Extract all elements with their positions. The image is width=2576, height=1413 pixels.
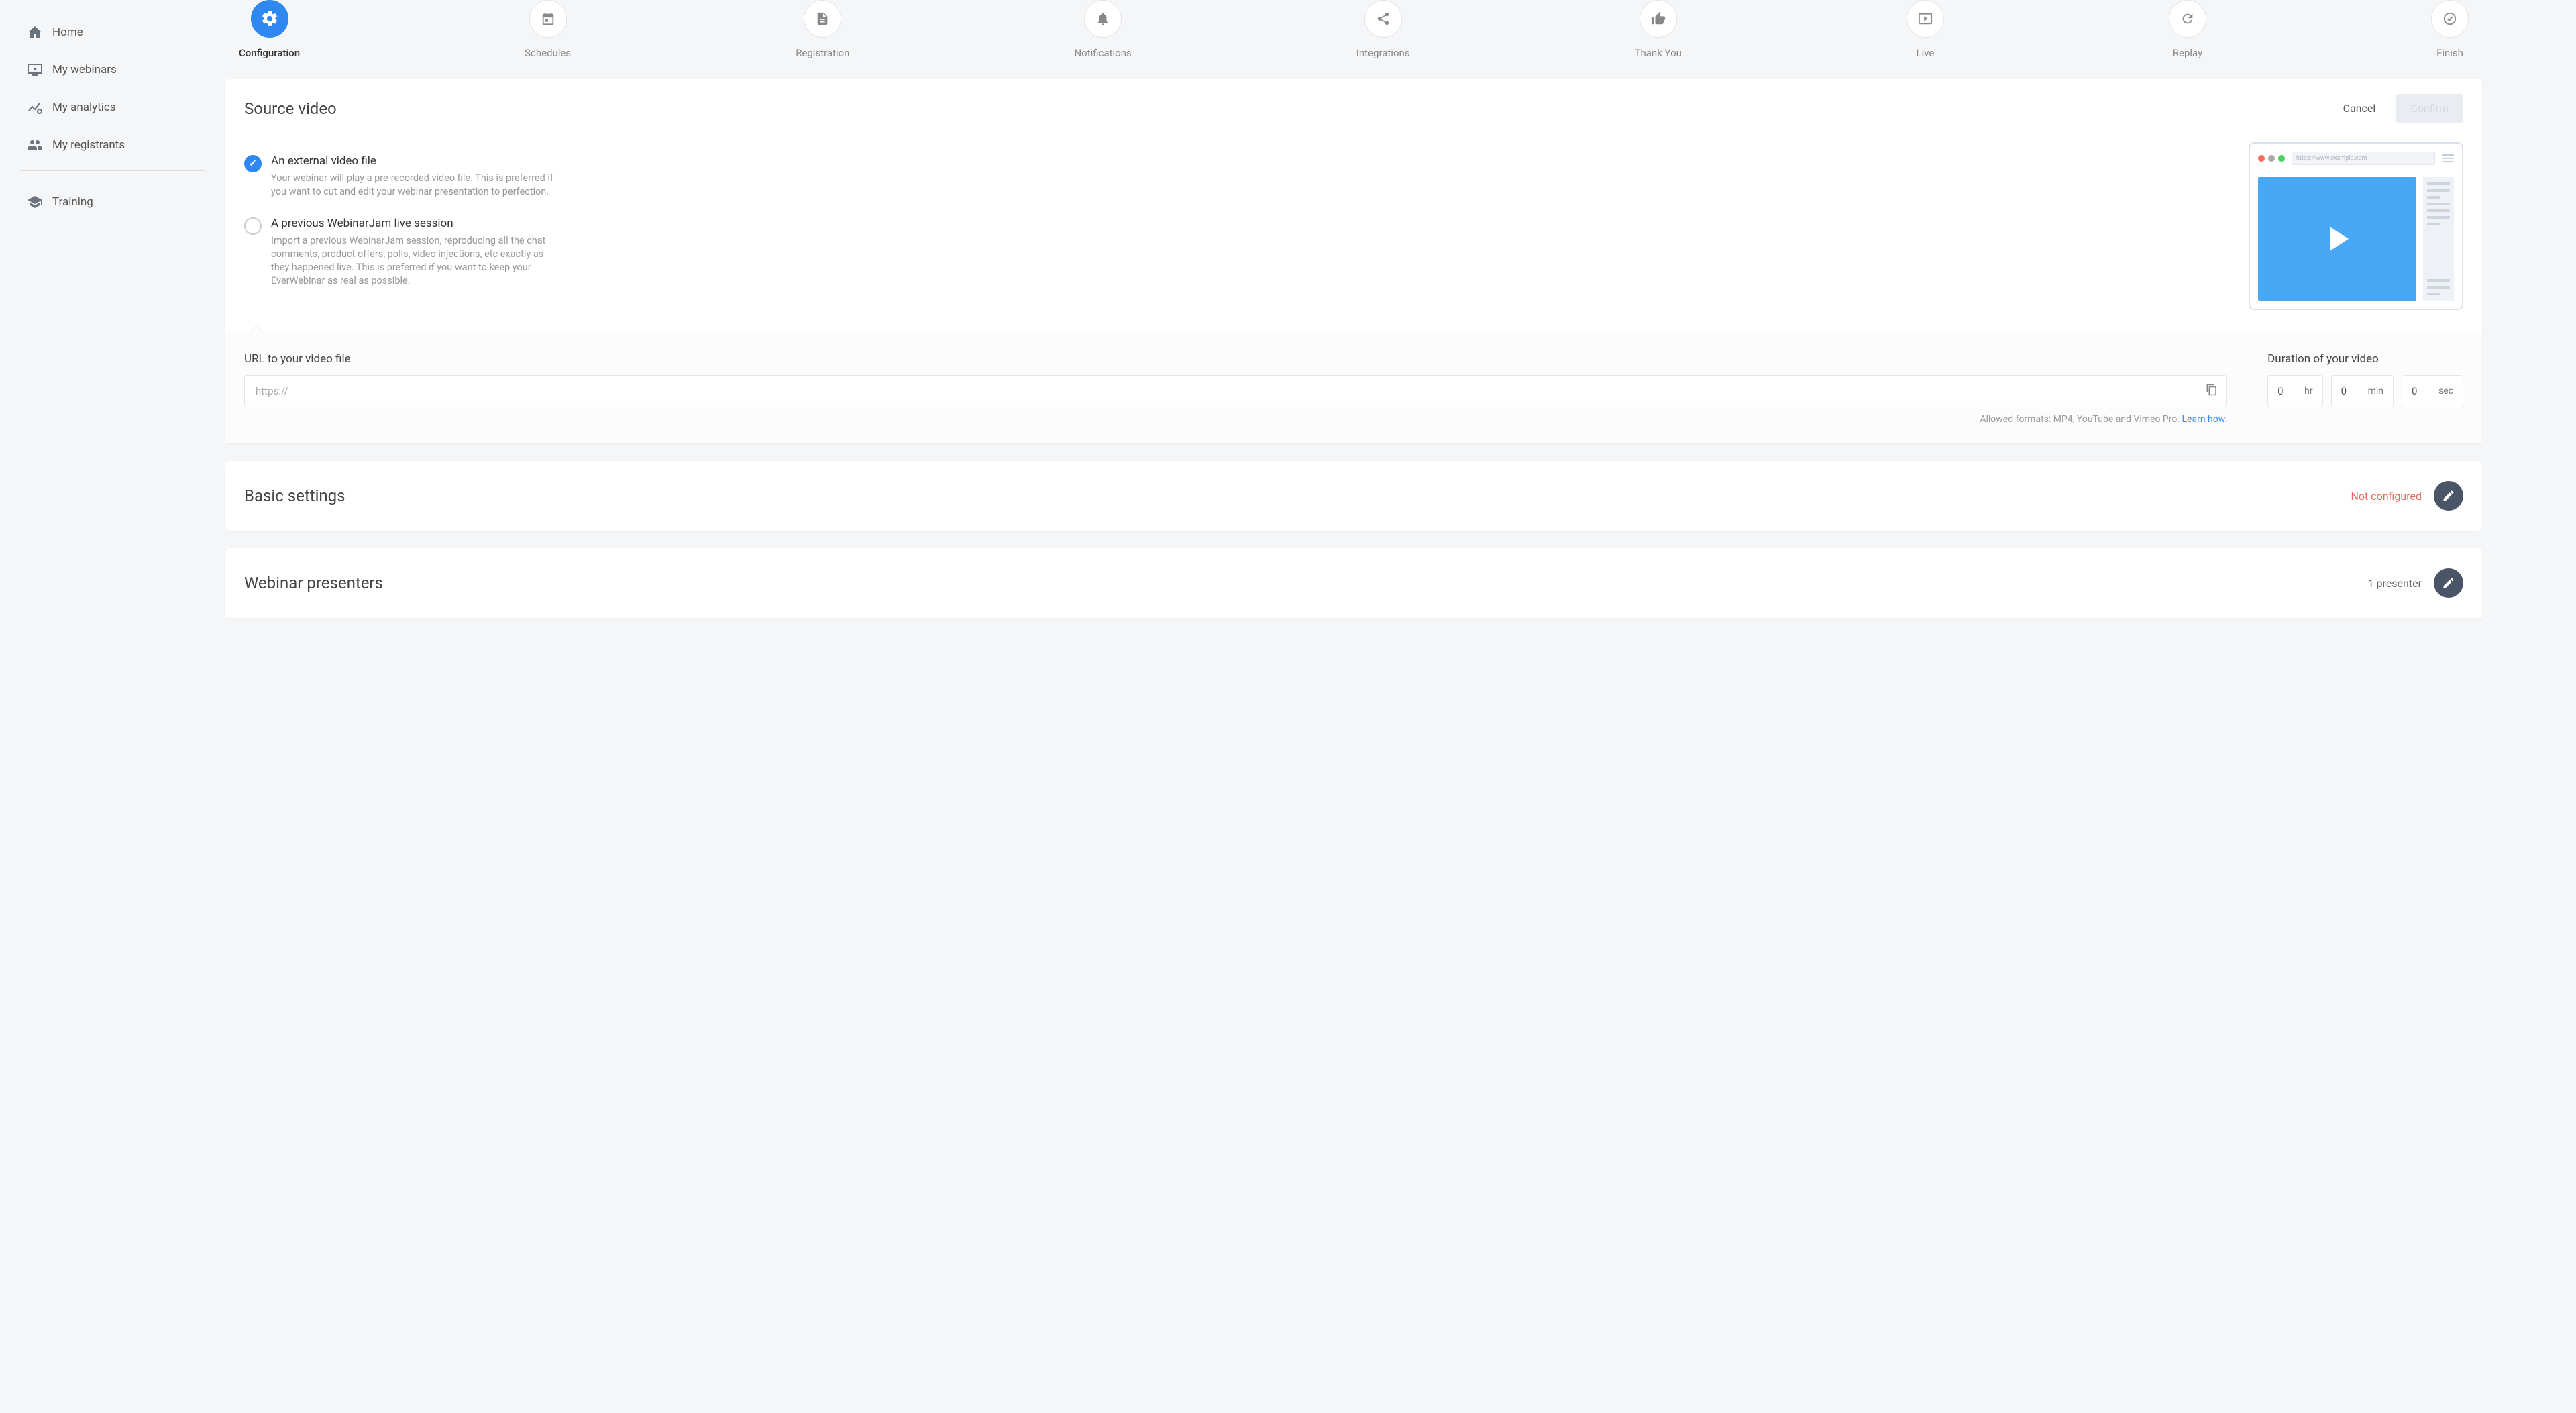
learn-how-link[interactable]: Learn how: [2182, 414, 2225, 425]
presenters-card: Webinar presenters 1 presenter: [225, 548, 2482, 618]
option-previous-session[interactable]: A previous WebinarJam live session Impor…: [244, 217, 2222, 289]
status-not-configured: Not configured: [2351, 490, 2422, 503]
sidebar-label: My registrants: [52, 138, 125, 152]
video-settings-row: URL to your video file Allowed formats: …: [225, 333, 2482, 443]
sidebar-item-webinars[interactable]: My webinars: [20, 51, 205, 89]
option-title: A previous WebinarJam live session: [271, 217, 559, 230]
people-icon: [25, 136, 44, 154]
step-label: Schedules: [525, 47, 571, 59]
duration-hr-field[interactable]: hr: [2267, 375, 2322, 407]
card-header: Source video Cancel Confirm: [225, 79, 2482, 138]
step-finish[interactable]: Finish: [2431, 0, 2469, 59]
step-label: Registration: [796, 47, 849, 59]
card-title: Source video: [244, 99, 337, 118]
option-desc: Import a previous WebinarJam session, re…: [271, 234, 559, 289]
thumb-icon: [1640, 0, 1677, 38]
refresh-icon: [2169, 0, 2206, 38]
bell-icon: [1084, 0, 1122, 38]
radio-unselected-icon[interactable]: [244, 217, 262, 235]
sidebar-divider: [20, 170, 205, 171]
live-icon: [1907, 0, 1944, 38]
step-label: Notifications: [1074, 47, 1131, 59]
sidebar-label: Training: [52, 195, 93, 209]
status-presenter-count: 1 presenter: [2368, 577, 2422, 590]
video-url-input[interactable]: [244, 375, 2227, 407]
card-title: Basic settings: [244, 486, 345, 505]
step-replay[interactable]: Replay: [2169, 0, 2206, 59]
check-circle-icon: [2431, 0, 2469, 38]
preview-sidebar-lines: [2423, 177, 2454, 301]
sidebar-item-home[interactable]: Home: [20, 13, 205, 51]
step-integrations[interactable]: Integrations: [1356, 0, 1410, 59]
confirm-button[interactable]: Confirm: [2396, 94, 2463, 123]
chart-icon: [25, 98, 44, 117]
browser-preview-illustration: https://www.example.com: [2249, 142, 2463, 310]
duration-hr-input[interactable]: [2268, 376, 2304, 407]
step-label: Thank You: [1635, 47, 1682, 59]
step-live[interactable]: Live: [1907, 0, 1944, 59]
source-options: An external video file Your webinar will…: [244, 142, 2222, 310]
document-icon: [804, 0, 841, 38]
step-thankyou[interactable]: Thank You: [1635, 0, 1682, 59]
duration-sec-input[interactable]: [2402, 376, 2438, 407]
step-configuration[interactable]: Configuration: [239, 0, 300, 59]
hr-label: hr: [2304, 386, 2312, 397]
card-actions: Cancel Confirm: [2334, 94, 2463, 123]
pencil-icon: [2442, 576, 2455, 590]
step-label: Finish: [2436, 47, 2463, 59]
cancel-button[interactable]: Cancel: [2334, 95, 2385, 121]
url-label: URL to your video file: [244, 352, 2227, 366]
basic-settings-card: Basic settings Not configured: [225, 461, 2482, 531]
duration-min-field[interactable]: min: [2331, 375, 2394, 407]
wizard-steps: Configuration Schedules Registration Not…: [225, 0, 2482, 79]
pencil-icon: [2442, 489, 2455, 503]
main-content: Configuration Schedules Registration Not…: [225, 0, 2576, 618]
sidebar-label: My analytics: [52, 101, 116, 114]
format-hint: Allowed formats: MP4, YouTube and Vimeo …: [244, 414, 2227, 425]
min-label: min: [2368, 386, 2383, 397]
sidebar-item-analytics[interactable]: My analytics: [20, 89, 205, 126]
clipboard-icon[interactable]: [2206, 384, 2218, 399]
edit-presenters-button[interactable]: [2434, 568, 2463, 598]
radio-selected-icon[interactable]: [244, 155, 262, 172]
gear-icon: [251, 0, 288, 38]
sidebar: Home My webinars My analytics My registr…: [0, 0, 225, 618]
edit-basic-settings-button[interactable]: [2434, 481, 2463, 511]
duration-label: Duration of your video: [2267, 352, 2463, 366]
hamburger-icon: [2442, 154, 2454, 162]
option-external-video[interactable]: An external video file Your webinar will…: [244, 154, 2222, 199]
sidebar-label: My webinars: [52, 63, 117, 76]
share-icon: [1364, 0, 1402, 38]
sec-label: sec: [2438, 386, 2453, 397]
step-label: Replay: [2173, 47, 2202, 59]
window-controls-icon: [2258, 155, 2285, 162]
play-icon: [2330, 227, 2349, 251]
step-label: Integrations: [1356, 47, 1410, 59]
calendar-icon: [529, 0, 567, 38]
sidebar-item-registrants[interactable]: My registrants: [20, 126, 205, 164]
step-notifications[interactable]: Notifications: [1074, 0, 1131, 59]
graduation-icon: [25, 193, 44, 211]
sidebar-item-training[interactable]: Training: [20, 183, 205, 221]
option-desc: Your webinar will play a pre-recorded vi…: [271, 172, 559, 199]
card-title: Webinar presenters: [244, 574, 383, 592]
step-registration[interactable]: Registration: [796, 0, 849, 59]
step-label: Configuration: [239, 47, 300, 59]
step-schedules[interactable]: Schedules: [525, 0, 571, 59]
sidebar-label: Home: [52, 25, 83, 39]
home-icon: [25, 23, 44, 42]
option-title: An external video file: [271, 154, 559, 168]
monitor-icon: [25, 60, 44, 79]
duration-sec-field[interactable]: sec: [2402, 375, 2463, 407]
step-label: Live: [1917, 47, 1935, 59]
preview-video-thumb: [2258, 177, 2416, 301]
duration-min-input[interactable]: [2332, 376, 2368, 407]
preview-urlbar: https://www.example.com: [2292, 152, 2435, 165]
source-video-card: Source video Cancel Confirm An external …: [225, 79, 2482, 443]
